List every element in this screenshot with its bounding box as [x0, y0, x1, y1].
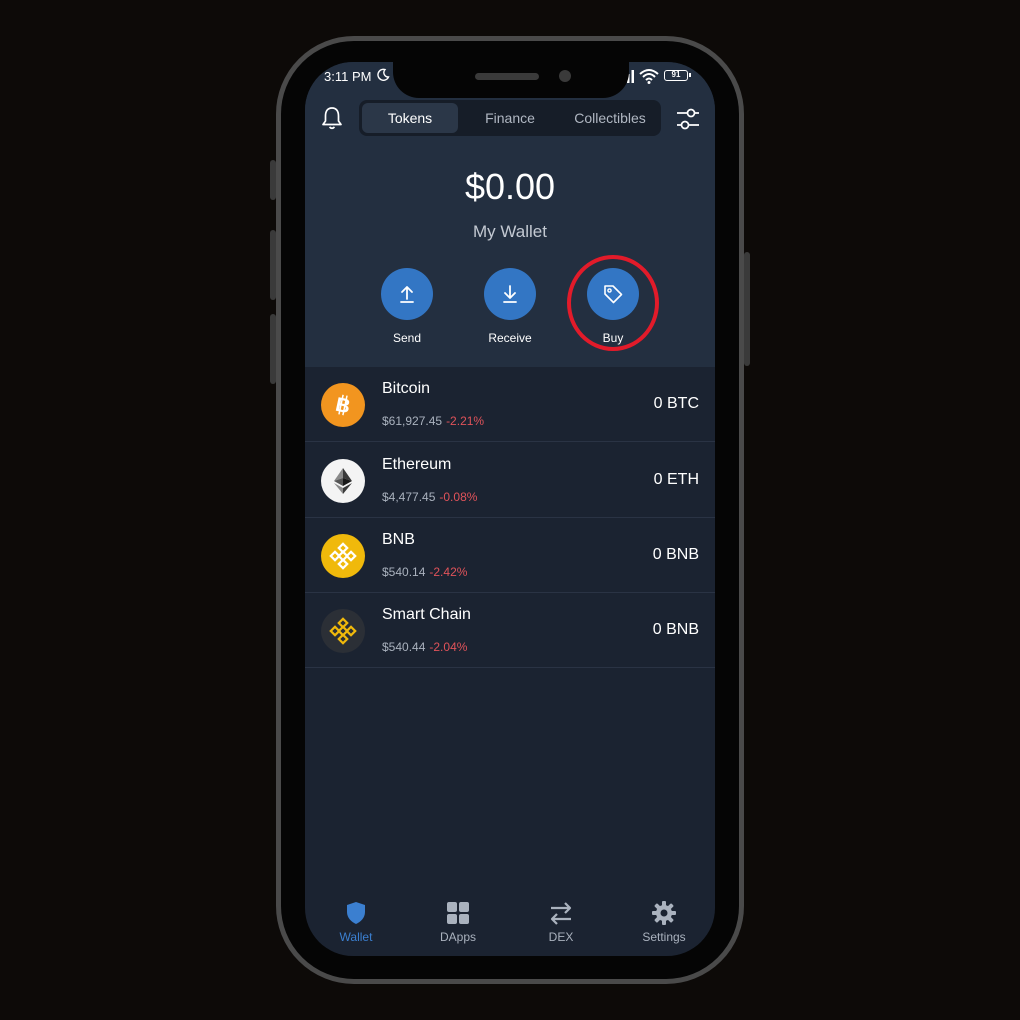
send-circle[interactable]	[381, 268, 433, 320]
token-change: -0.08%	[439, 490, 478, 504]
nav-settings[interactable]: Settings	[613, 900, 715, 944]
send-button[interactable]: Send	[367, 268, 447, 345]
moon-icon	[377, 68, 390, 81]
battery-icon: 91	[664, 70, 691, 81]
nav-wallet[interactable]: Wallet	[305, 900, 407, 944]
wallet-name[interactable]: My Wallet	[305, 222, 715, 242]
tab-tokens[interactable]: Tokens	[362, 103, 458, 133]
bnb-icon	[321, 534, 365, 578]
status-time: 3:11 PM	[324, 69, 372, 84]
token-name: Bitcoin	[382, 380, 431, 397]
token-name: Smart Chain	[382, 606, 471, 623]
send-icon	[400, 286, 414, 303]
token-amount: 0 BTC	[653, 395, 699, 412]
smart-chain-icon	[321, 609, 365, 653]
token-amount: 0 BNB	[652, 546, 699, 563]
bitcoin-icon: B	[321, 383, 365, 427]
app-screen: 3:11 PM 91 Tokens Finance Collectibles $…	[305, 62, 715, 956]
token-row-bitcoin[interactable]: B Bitcoin $61,927.45 -2.21% 0 BTC	[305, 367, 715, 442]
token-change: -2.21%	[446, 414, 485, 428]
send-label: Send	[392, 331, 422, 345]
bottom-nav: Wallet DApps DEX Settings	[305, 896, 715, 956]
token-row-ethereum[interactable]: Ethereum $4,477.45 -0.08% 0 ETH	[305, 443, 715, 518]
nav-dex[interactable]: DEX	[510, 900, 612, 944]
receive-button[interactable]: Receive	[470, 268, 550, 345]
filter-icon[interactable]	[675, 106, 701, 132]
receive-label: Receive	[488, 331, 532, 345]
token-amount: 0 BNB	[652, 621, 699, 638]
buy-highlight-ring	[567, 255, 659, 351]
notch	[393, 62, 629, 98]
wifi-icon	[639, 69, 659, 84]
token-amount: 0 ETH	[653, 471, 699, 488]
ethereum-icon	[321, 459, 365, 503]
nav-label: Settings	[642, 930, 686, 944]
token-row-smart-chain[interactable]: Smart Chain $540.44 -2.04% 0 BNB	[305, 593, 715, 668]
tab-collectibles[interactable]: Collectibles	[562, 103, 658, 133]
bell-icon[interactable]	[319, 105, 345, 131]
tab-bar: Tokens Finance Collectibles	[359, 100, 661, 136]
token-price: $540.14 -2.42%	[382, 565, 468, 579]
token-price: $61,927.45 -2.21%	[382, 414, 485, 428]
power-button	[744, 252, 750, 366]
token-price: $4,477.45 -0.08%	[382, 490, 478, 504]
swap-icon	[550, 902, 572, 925]
nav-label: DApps	[439, 930, 477, 944]
receive-circle[interactable]	[484, 268, 536, 320]
shield-icon	[347, 902, 365, 924]
token-row-bnb[interactable]: BNB $540.14 -2.42% 0 BNB	[305, 518, 715, 593]
grid-icon	[447, 902, 469, 924]
wallet-balance: $0.00	[464, 166, 556, 207]
token-change: -2.04%	[429, 640, 468, 654]
nav-dapps[interactable]: DApps	[407, 900, 509, 944]
speaker	[475, 73, 539, 80]
receive-icon	[503, 285, 517, 303]
camera	[559, 70, 571, 82]
gear-icon	[652, 901, 676, 925]
tab-finance[interactable]: Finance	[462, 103, 558, 133]
nav-label: Wallet	[339, 930, 373, 944]
token-change: -2.42%	[429, 565, 468, 579]
token-name: Ethereum	[382, 456, 452, 473]
token-price: $540.44 -2.04%	[382, 640, 468, 654]
token-name: BNB	[382, 531, 415, 548]
nav-label: DEX	[548, 930, 574, 944]
